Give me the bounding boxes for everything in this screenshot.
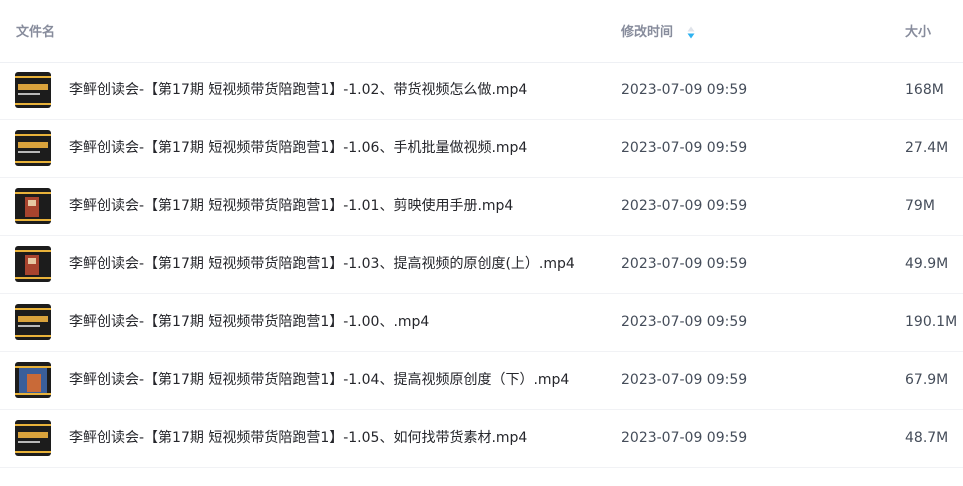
file-size: 168M	[905, 82, 944, 98]
file-modified-time: 2023-07-09 09:59	[621, 256, 748, 272]
file-name[interactable]: 李鲆创读会-【第17期 短视频带货陪跑营1】-1.01、剪映使用手册.mp4	[69, 197, 513, 215]
sort-indicator-icon[interactable]	[687, 26, 695, 39]
file-size: 67.9M	[905, 372, 949, 388]
file-row[interactable]: 李鲆创读会-【第17期 短视频带货陪跑营1】-1.06、手机批量做视频.mp4 …	[0, 120, 963, 178]
file-modified-time: 2023-07-09 09:59	[621, 140, 748, 156]
video-thumbnail[interactable]	[15, 362, 51, 398]
file-size: 79M	[905, 198, 935, 214]
file-name[interactable]: 李鲆创读会-【第17期 短视频带货陪跑营1】-1.02、带货视频怎么做.mp4	[69, 81, 527, 99]
file-row[interactable]: 李鲆创读会-【第17期 短视频带货陪跑营1】-1.03、提高视频的原创度(上）.…	[0, 236, 963, 294]
file-row[interactable]: 李鲆创读会-【第17期 短视频带货陪跑营1】-1.00、.mp4 2023-07…	[0, 294, 963, 352]
file-row[interactable]: 李鲆创读会-【第17期 短视频带货陪跑营1】-1.02、带货视频怎么做.mp4 …	[0, 62, 963, 120]
file-size: 48.7M	[905, 430, 949, 446]
file-size: 27.4M	[905, 140, 949, 156]
video-thumbnail[interactable]	[15, 130, 51, 166]
file-row[interactable]: 李鲆创读会-【第17期 短视频带货陪跑营1】-1.01、剪映使用手册.mp4 2…	[0, 178, 963, 236]
file-modified-time: 2023-07-09 09:59	[621, 372, 748, 388]
file-rows: 李鲆创读会-【第17期 短视频带货陪跑营1】-1.02、带货视频怎么做.mp4 …	[0, 62, 963, 468]
file-modified-time: 2023-07-09 09:59	[621, 430, 748, 446]
file-modified-time: 2023-07-09 09:59	[621, 198, 748, 214]
file-name[interactable]: 李鲆创读会-【第17期 短视频带货陪跑营1】-1.04、提高视频原创度（下）.m…	[69, 371, 569, 389]
file-modified-time: 2023-07-09 09:59	[621, 314, 748, 330]
file-name[interactable]: 李鲆创读会-【第17期 短视频带货陪跑营1】-1.05、如何找带货素材.mp4	[69, 429, 527, 447]
file-row[interactable]: 李鲆创读会-【第17期 短视频带货陪跑营1】-1.05、如何找带货素材.mp4 …	[0, 410, 963, 468]
file-list-header: 文件名 修改时间 大小	[0, 0, 963, 63]
file-row[interactable]: 李鲆创读会-【第17期 短视频带货陪跑营1】-1.04、提高视频原创度（下）.m…	[0, 352, 963, 410]
file-size: 190.1M	[905, 314, 958, 330]
video-thumbnail[interactable]	[15, 246, 51, 282]
video-thumbnail[interactable]	[15, 420, 51, 456]
video-thumbnail[interactable]	[15, 72, 51, 108]
column-header-name[interactable]: 文件名	[16, 24, 55, 42]
video-thumbnail[interactable]	[15, 304, 51, 340]
file-name[interactable]: 李鲆创读会-【第17期 短视频带货陪跑营1】-1.00、.mp4	[69, 313, 429, 331]
column-header-modified[interactable]: 修改时间	[621, 24, 673, 42]
file-name[interactable]: 李鲆创读会-【第17期 短视频带货陪跑营1】-1.03、提高视频的原创度(上）.…	[69, 255, 575, 273]
file-size: 49.9M	[905, 256, 949, 272]
file-name[interactable]: 李鲆创读会-【第17期 短视频带货陪跑营1】-1.06、手机批量做视频.mp4	[69, 139, 527, 157]
file-modified-time: 2023-07-09 09:59	[621, 82, 748, 98]
video-thumbnail[interactable]	[15, 188, 51, 224]
column-header-size[interactable]: 大小	[905, 24, 931, 42]
file-list: 文件名 修改时间 大小 李鲆创读会-【第17期 短视频带货陪跑营1】-1.02、…	[0, 0, 963, 486]
